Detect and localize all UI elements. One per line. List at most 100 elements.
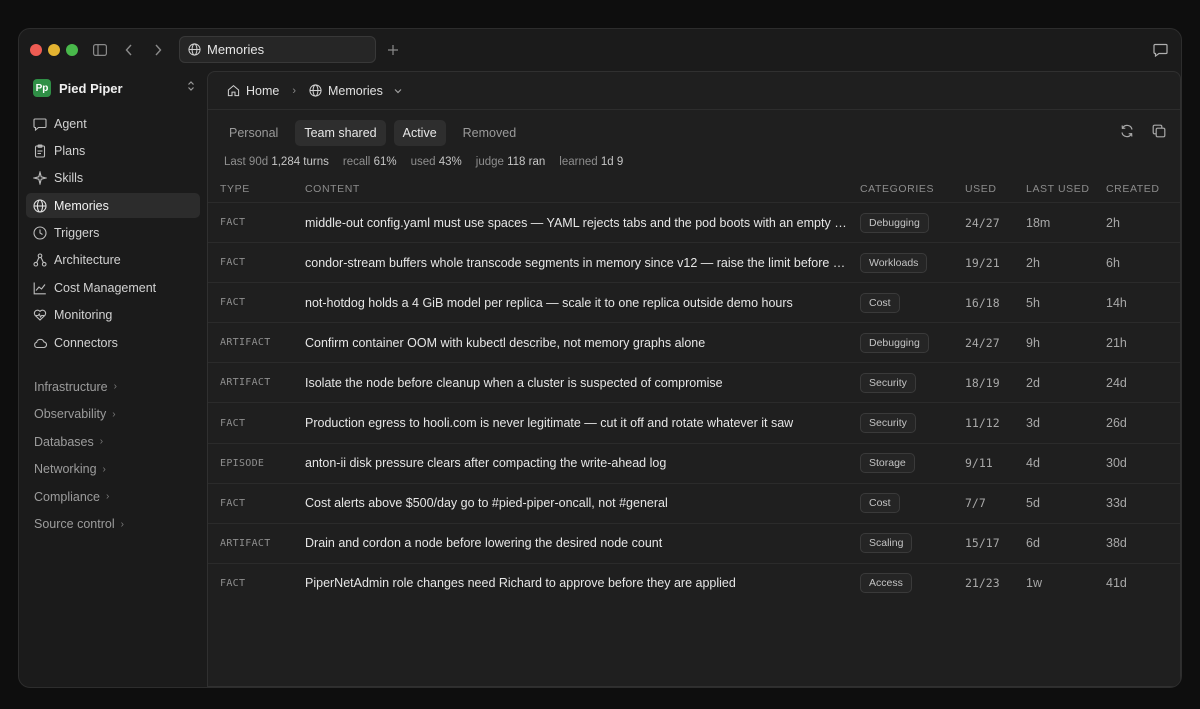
breadcrumb-home[interactable]: Home [227, 84, 279, 98]
cell-type: FACT [220, 497, 246, 509]
group-label: Infrastructure [34, 379, 108, 394]
table-row[interactable]: FACT not-hotdog holds a 4 GiB model per … [208, 282, 1180, 322]
cell-type: EPISODE [220, 457, 265, 469]
breadcrumb-current[interactable]: Memories [309, 84, 403, 98]
sidebar-group-networking[interactable]: Networking › [26, 457, 200, 482]
table-row[interactable]: EPISODE anton-ii disk pressure clears af… [208, 442, 1180, 483]
refresh-icon[interactable] [1120, 124, 1134, 143]
sidebar-item-architecture[interactable]: Architecture [26, 248, 200, 273]
sidebar-group-source-control[interactable]: Source control › [26, 512, 200, 537]
cell-type: ARTIFACT [220, 537, 271, 549]
workspace-switcher[interactable]: Pp Pied Piper [27, 75, 203, 101]
cell-used: 7/7 [965, 496, 986, 511]
line-chart-icon [33, 282, 46, 295]
heart-icon [33, 309, 47, 321]
workspace-logo: Pp [33, 79, 51, 97]
table-row[interactable]: ARTIFACT Confirm container OOM with kube… [208, 322, 1180, 362]
globe-icon [309, 84, 322, 97]
filter-team-shared[interactable]: Team shared [295, 120, 386, 146]
cell-last-used: 3d [1026, 416, 1040, 431]
header-categories[interactable]: CATEGORIES [860, 183, 965, 195]
globe-icon [33, 199, 47, 213]
cell-type: FACT [220, 417, 246, 429]
cell-used: 15/17 [965, 536, 1000, 551]
cell-content: Drain and cordon a node before lowering … [305, 536, 663, 551]
sidebar-item-connectors[interactable]: Connectors [26, 330, 200, 355]
group-label: Databases [34, 434, 94, 449]
cell-last-used: 5h [1026, 295, 1040, 310]
sidebar-item-label: Connectors [54, 335, 118, 350]
table-row[interactable]: FACT Cost alerts above $500/day go to #p… [208, 482, 1180, 523]
main-panel: Home › Memories Personal Team shared Act… [207, 71, 1181, 687]
sidebar-group-databases[interactable]: Databases › [26, 429, 200, 454]
cell-last-used: 2h [1026, 255, 1040, 270]
sidebar-toggle-icon[interactable] [90, 40, 110, 60]
cell-type: ARTIFACT [220, 337, 271, 349]
cell-type: ARTIFACT [220, 377, 271, 389]
sidebar-item-plans[interactable]: Plans [26, 138, 200, 163]
browser-tab-memories[interactable]: Memories [179, 36, 376, 63]
category-badge: Cost [860, 292, 900, 313]
sidebar-item-monitoring[interactable]: Monitoring [26, 303, 200, 328]
cell-created: 30d [1106, 456, 1127, 471]
filter-removed[interactable]: Removed [454, 120, 526, 146]
cell-content: condor-stream buffers whole transcode se… [305, 255, 860, 270]
comment-icon[interactable] [1150, 40, 1170, 60]
sidebar-group-compliance[interactable]: Compliance › [26, 484, 200, 509]
chevron-right-icon: › [102, 463, 106, 475]
table-row[interactable]: FACT Production egress to hooli.com is n… [208, 402, 1180, 442]
group-label: Networking [34, 462, 97, 476]
forward-arrow-icon[interactable] [148, 40, 168, 60]
category-badge: Debugging [860, 332, 929, 353]
cell-created: 21h [1106, 335, 1127, 350]
filter-personal[interactable]: Personal [220, 120, 287, 146]
new-tab-icon[interactable] [383, 40, 403, 60]
sidebar-item-label: Monitoring [54, 308, 113, 323]
sidebar-item-triggers[interactable]: Triggers [26, 221, 200, 246]
header-used[interactable]: USED [965, 183, 1026, 195]
sidebar-item-cost-management[interactable]: Cost Management [26, 275, 200, 300]
category-badge: Storage [860, 453, 915, 474]
header-last-used[interactable]: LAST USED [1026, 183, 1106, 195]
cell-created: 2h [1106, 215, 1120, 230]
back-arrow-icon[interactable] [119, 40, 139, 60]
sidebar-group-observability[interactable]: Observability › [26, 402, 200, 427]
close-window-button[interactable] [30, 44, 42, 56]
cell-last-used: 4d [1026, 456, 1040, 471]
header-created[interactable]: CREATED [1106, 183, 1176, 195]
breadcrumb-home-label: Home [246, 83, 280, 98]
header-type[interactable]: TYPE [208, 183, 305, 195]
sidebar-item-memories[interactable]: Memories [26, 193, 200, 219]
table-row[interactable]: ARTIFACT Isolate the node before cleanup… [208, 362, 1180, 402]
sidebar-item-label: Memories [54, 198, 109, 213]
home-icon [227, 84, 240, 97]
cell-used: 21/23 [965, 576, 1000, 591]
cell-last-used: 9h [1026, 335, 1040, 350]
category-badge: Cost [860, 493, 900, 514]
stat-used: used 43% [410, 156, 462, 168]
chevron-right-icon: › [113, 381, 117, 392]
category-badge: Scaling [860, 533, 913, 554]
table-row[interactable]: ARTIFACT Drain and cordon a node before … [208, 522, 1180, 563]
group-label: Source control [34, 517, 115, 531]
zoom-window-button[interactable] [66, 44, 78, 56]
table-row[interactable]: FACT condor-stream buffers whole transco… [208, 242, 1180, 282]
copy-icon[interactable] [1152, 124, 1166, 143]
chevron-right-icon: › [99, 436, 104, 447]
sidebar-item-skills[interactable]: Skills [26, 166, 200, 191]
sidebar-item-label: Skills [54, 171, 84, 186]
filter-active[interactable]: Active [393, 120, 446, 146]
sidebar-item-agent[interactable]: Agent [26, 111, 200, 136]
sidebar-item-label: Cost Management [54, 280, 157, 295]
table-row[interactable]: FACT middle-out config.yaml must use spa… [208, 202, 1180, 242]
cell-content: PiperNetAdmin role changes need Richard … [305, 576, 736, 591]
cell-created: 24d [1106, 375, 1127, 390]
cell-content: Isolate the node before cleanup when a c… [305, 375, 723, 390]
category-badge: Debugging [860, 212, 929, 233]
table-row[interactable]: FACT PiperNetAdmin role changes need Ric… [208, 562, 1180, 603]
header-content[interactable]: CONTENT [305, 183, 860, 195]
sidebar-group-infrastructure[interactable]: Infrastructure › [26, 374, 200, 399]
chevron-down-icon [394, 88, 402, 93]
minimize-window-button[interactable] [48, 44, 60, 56]
filter-tabs: Personal Team shared Active Removed [220, 120, 525, 146]
